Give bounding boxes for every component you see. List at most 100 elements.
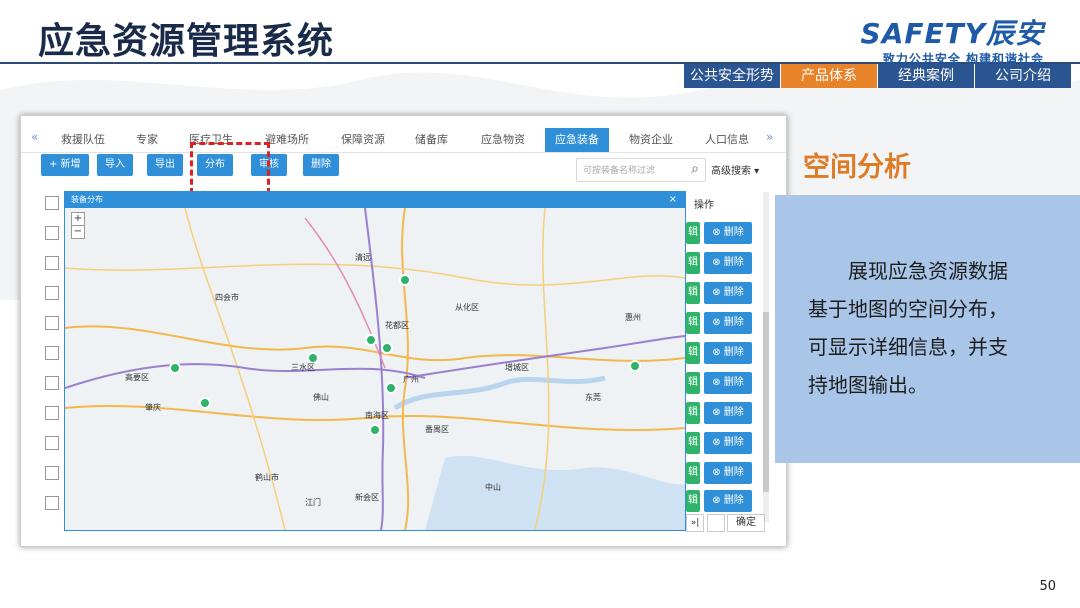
import-button[interactable]: 导入 [97,154,133,176]
search-input[interactable]: 可按装备名称过滤 ⌕ [576,158,706,182]
city-label: 惠州 [625,313,641,322]
tab-emergency-equipment[interactable]: 应急装备 [545,128,609,152]
scrollbar-thumb[interactable] [763,312,769,492]
row-delete-button[interactable]: ⊗ 删除 [704,402,752,424]
map-marker [169,362,181,374]
tabs-next-icon[interactable]: » [766,130,773,144]
city-label: 增城区 [505,363,529,372]
row-edit-button[interactable]: 辑 [686,372,700,394]
map-marker [199,397,211,409]
row-delete-button[interactable]: ⊗ 删除 [704,282,752,304]
tab-rescue-team[interactable]: 救援队伍 [61,130,105,150]
page-number-input[interactable] [707,514,725,532]
row-edit-button[interactable]: 辑 [686,312,700,334]
map-marker [369,424,381,436]
add-button[interactable]: + 新增 [41,154,89,176]
tab-supply-company[interactable]: 物资企业 [629,130,673,150]
top-navigation: 公共安全形势 产品体系 经典案例 公司介绍 [684,64,1072,88]
resource-tabs: « 救援队伍 专家 医疗卫生 避难场所 保障资源 储备库 应急物资 应急装备 物… [21,126,786,153]
row-edit-button[interactable]: 辑 [686,432,700,454]
nav-company[interactable]: 公司介绍 [975,64,1072,88]
row-checkbox[interactable] [45,256,59,270]
row-edit-button[interactable]: 辑 [686,462,700,484]
row-checkbox[interactable] [45,466,59,480]
row-delete-button[interactable]: ⊗ 删除 [704,222,752,244]
logo-brand: SAFETY辰安 [860,17,1044,50]
table-scrollbar[interactable] [763,192,769,522]
row-delete-label: 删除 [723,467,744,478]
row-checkbox[interactable] [45,406,59,420]
city-label: 中山 [485,483,501,492]
row-edit-button[interactable]: 辑 [686,490,700,512]
row-delete-button[interactable]: ⊗ 删除 [704,252,752,274]
tab-shelter[interactable]: 避难场所 [265,130,309,150]
company-logo: SAFETY辰安 致力公共安全 构建和谐社会 [861,12,1044,67]
row-delete-button[interactable]: ⊗ 删除 [704,462,752,484]
row-checkbox[interactable] [45,316,59,330]
nav-products[interactable]: 产品体系 [781,64,878,88]
city-label: 肇庆 [145,403,161,412]
row-delete-label: 删除 [723,257,744,268]
row-delete-button[interactable]: ⊗ 删除 [704,490,752,512]
row-checkbox[interactable] [45,496,59,510]
row-delete-button[interactable]: ⊗ 删除 [704,432,752,454]
section-title: 空间分析 [803,152,911,183]
description-line: 基于地图的空间分布， [808,297,1008,321]
map-window[interactable]: 装备分布 × + − 广州 佛山 东莞 清远 四会市 花都区 从化区 增城区 番… [64,191,686,531]
row-edit-button[interactable]: 辑 [686,402,700,424]
row-checkbox[interactable] [45,226,59,240]
row-checkbox[interactable] [45,346,59,360]
app-screenshot: « 救援队伍 专家 医疗卫生 避难场所 保障资源 储备库 应急物资 应急装备 物… [20,115,787,547]
tab-population[interactable]: 人口信息 [705,130,749,150]
city-label: 花都区 [385,321,409,330]
map-canvas[interactable] [65,208,685,530]
row-delete-label: 删除 [723,377,744,388]
row-checkbox[interactable] [45,376,59,390]
row-checkbox[interactable] [45,436,59,450]
row-delete-button[interactable]: ⊗ 删除 [704,312,752,334]
zoom-out-button[interactable]: − [71,225,85,239]
city-label: 鹤山市 [255,473,279,482]
confirm-button[interactable]: 确定 [727,514,765,532]
row-edit-button[interactable]: 辑 [686,252,700,274]
description-line-text: 展现应急资源数据 [848,259,1008,283]
city-label: 佛山 [313,393,329,402]
last-page-button[interactable]: »| [686,514,704,532]
map-marker [629,360,641,372]
row-delete-label: 删除 [723,407,744,418]
map-marker [399,274,411,286]
export-button[interactable]: 导出 [147,154,183,176]
city-label: 番禺区 [425,425,449,434]
city-label: 高要区 [125,373,149,382]
tab-expert[interactable]: 专家 [136,130,158,150]
delete-button[interactable]: 删除 [303,154,339,176]
row-edit-button[interactable]: 辑 [686,342,700,364]
city-label: 广州 [403,375,419,384]
row-edit-button[interactable]: 辑 [686,282,700,304]
row-delete-label: 删除 [723,287,744,298]
tab-reserve-depot[interactable]: 储备库 [415,130,448,150]
select-all-checkbox[interactable] [45,196,59,210]
row-delete-button[interactable]: ⊗ 删除 [704,372,752,394]
row-delete-label: 删除 [723,227,744,238]
tabs-prev-icon[interactable]: « [31,130,38,144]
highlight-frame [190,142,270,194]
description-line: 可显示详细信息，并支 [808,335,1008,359]
city-label: 三水区 [291,363,315,372]
search-icon[interactable]: ⌕ [691,161,699,177]
tab-support-resource[interactable]: 保障资源 [341,130,385,150]
nav-cases[interactable]: 经典案例 [878,64,975,88]
city-label: 东莞 [585,393,601,402]
row-checkbox[interactable] [45,286,59,300]
map-marker [381,342,393,354]
close-icon[interactable]: × [669,192,677,208]
zoom-in-button[interactable]: + [71,212,85,226]
row-edit-button[interactable]: 辑 [686,222,700,244]
tab-emergency-supplies[interactable]: 应急物资 [481,130,525,150]
nav-public-safety[interactable]: 公共安全形势 [684,64,781,88]
city-label: 南海区 [365,411,389,420]
row-delete-button[interactable]: ⊗ 删除 [704,342,752,364]
city-label: 四会市 [215,293,239,302]
map-window-header: 装备分布 × [65,192,685,208]
advanced-search-dropdown[interactable]: 高级搜索 ▾ [711,162,759,177]
